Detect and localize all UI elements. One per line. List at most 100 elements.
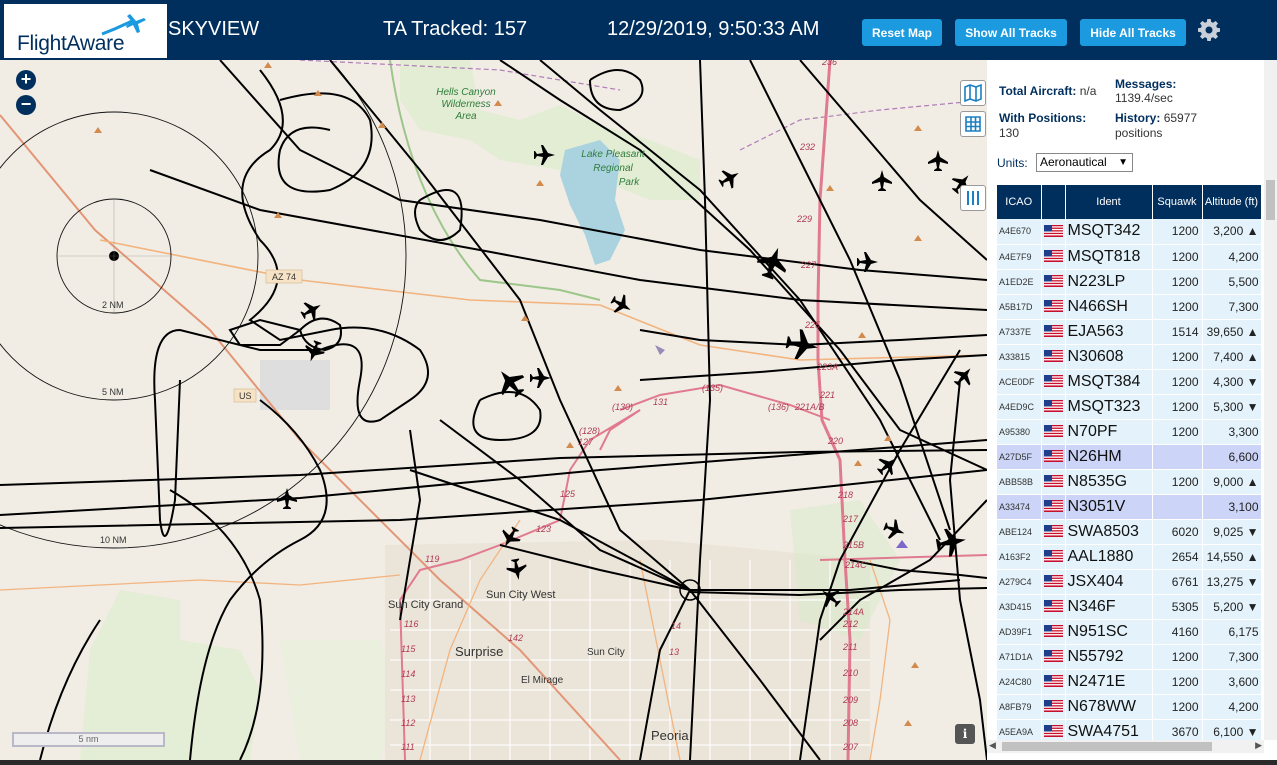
table-row[interactable]: A95380 N70PF 1200 3,300 (997, 419, 1262, 445)
table-row[interactable]: AD39F1 N951SC 4160 6,175 (997, 619, 1262, 645)
label-wilderness: Wilderness (441, 99, 490, 110)
map-layer-button[interactable] (960, 80, 986, 106)
cell-icao: AD39F1 (997, 619, 1042, 645)
cell-squawk: 4160 (1152, 619, 1203, 645)
table-row[interactable]: A24C80 N2471E 1200 3,600 (997, 669, 1262, 695)
cell-squawk: 1200 (1152, 694, 1203, 720)
cell-squawk: 6761 (1152, 569, 1203, 595)
road-number: 220 (827, 436, 843, 446)
vertical-scroll-thumb[interactable] (1266, 180, 1275, 220)
zoom-in-button[interactable]: + (16, 70, 36, 90)
label-hells-canyon: Hells Canyon (436, 87, 496, 98)
road-number: 212 (842, 619, 858, 629)
table-row[interactable]: A279C4 JSX404 6761 13,275 ▼ (997, 569, 1262, 595)
table-row[interactable]: A163F2 AAL1880 2654 14,550 ▲ (997, 544, 1262, 570)
scroll-left-arrow-icon[interactable]: ◀ (989, 740, 996, 751)
table-row[interactable]: A33474 N3051V 3,100 (997, 494, 1262, 520)
cell-ident: N8535G (1065, 469, 1153, 495)
map-view[interactable]: Hells Canyon Wilderness Area Lake Pleasa… (0, 60, 987, 760)
cell-squawk: 1200 (1152, 419, 1203, 445)
label-az74: AZ 74 (272, 272, 296, 282)
table-row[interactable]: ABB58B N8535G 1200 9,000 ▲ (997, 469, 1262, 495)
cell-altitude: 7,400 ▲ (1202, 344, 1262, 370)
cell-icao: A4ED9C (997, 394, 1042, 420)
col-squawk[interactable]: Squawk (1152, 185, 1203, 219)
cell-altitude: 3,300 (1202, 419, 1262, 445)
cell-icao: A279C4 (997, 569, 1042, 595)
cell-ident: EJA563 (1065, 319, 1153, 345)
table-row[interactable]: A4E670 MSQT342 1200 3,200 ▲ (997, 219, 1262, 245)
cell-icao: A163F2 (997, 544, 1042, 570)
zoom-out-button[interactable]: − (16, 95, 36, 115)
cell-altitude: 4,200 (1202, 694, 1262, 720)
cell-squawk: 1200 (1152, 644, 1203, 670)
columns-toggle-button[interactable] (960, 185, 986, 211)
col-icao[interactable]: ICAO (997, 185, 1042, 219)
scroll-right-arrow-icon[interactable]: ▶ (1255, 740, 1262, 751)
horizontal-scrollbar[interactable]: ◀ ▶ (987, 740, 1264, 753)
info-button[interactable]: i (955, 724, 975, 744)
road-number: 127 (578, 437, 594, 447)
table-row[interactable]: ABE124 SWA8503 6020 9,025 ▼ (997, 519, 1262, 545)
positions-value: 130 (999, 126, 1020, 140)
cell-ident: MSQT323 (1065, 394, 1153, 420)
cell-altitude: 9,025 ▼ (1202, 519, 1262, 545)
table-row[interactable]: A8FB79 N678WW 1200 4,200 (997, 694, 1262, 720)
map-canvas[interactable]: Hells Canyon Wilderness Area Lake Pleasa… (0, 60, 987, 760)
units-select[interactable]: Aeronautical ▼ (1036, 153, 1133, 172)
label-el-mirage: El Mirage (521, 675, 564, 686)
table-row[interactable]: A71D1A N55792 1200 7,300 (997, 644, 1262, 670)
road-number: 209 (842, 695, 858, 705)
col-ident[interactable]: Ident (1065, 185, 1153, 219)
horizontal-scroll-thumb[interactable] (1002, 742, 1212, 751)
us-flag-icon (1041, 219, 1066, 245)
app-title: SKYVIEW (168, 18, 260, 40)
table-row[interactable]: A7337E EJA563 1514 39,650 ▲ (997, 319, 1262, 345)
label-sun-city: Sun City (587, 647, 625, 658)
grid-toggle-button[interactable] (960, 111, 986, 137)
history: History: 65977 positions (1115, 111, 1197, 141)
road-number: 131 (653, 397, 668, 407)
gear-icon[interactable] (1197, 18, 1221, 42)
flightaware-logo[interactable]: FlightAware (4, 4, 167, 58)
cell-icao: A71D1A (997, 644, 1042, 670)
messages-label: Messages: (1115, 77, 1177, 91)
reset-map-button[interactable]: Reset Map (862, 19, 942, 46)
cell-squawk: 1514 (1152, 319, 1203, 345)
road-number: 125 (560, 489, 576, 499)
table-row[interactable]: A33815 N30608 1200 7,400 ▲ (997, 344, 1262, 370)
messages-value: 1139.4/sec (1115, 91, 1173, 105)
road-number: 218 (837, 490, 853, 500)
table-row[interactable]: A27D5F N26HM 6,600 (997, 444, 1262, 470)
table-row[interactable]: A4E7F9 MSQT818 1200 4,200 (997, 244, 1262, 270)
chevron-down-icon: ▼ (1118, 157, 1128, 168)
table-row[interactable]: ACE0DF MSQT384 1200 4,300 ▼ (997, 369, 1262, 395)
road-number: 123 (536, 524, 551, 534)
road-number: (136) (768, 402, 789, 412)
us-flag-icon (1041, 269, 1066, 295)
table-row[interactable]: A4ED9C MSQT323 1200 5,300 ▼ (997, 394, 1262, 420)
label-us: US (239, 391, 252, 401)
road-number: 211 (842, 642, 857, 652)
cell-altitude: 7,300 (1202, 644, 1262, 670)
col-flag[interactable] (1041, 185, 1066, 219)
hide-all-tracks-button[interactable]: Hide All Tracks (1080, 19, 1186, 46)
top-header: FlightAware SKYVIEW TA Tracked: 157 12/2… (0, 0, 1277, 60)
road-number: 214A (842, 607, 864, 617)
history-value: 65977 (1163, 111, 1198, 125)
cell-altitude: 5,200 ▼ (1202, 594, 1262, 620)
cell-ident: JSX404 (1065, 569, 1153, 595)
cell-icao: A27D5F (997, 444, 1042, 470)
table-row[interactable]: A3D415 N346F 5305 5,200 ▼ (997, 594, 1262, 620)
table-row[interactable]: A1ED2E N223LP 1200 5,500 (997, 269, 1262, 295)
show-all-tracks-button[interactable]: Show All Tracks (955, 19, 1067, 46)
cell-icao: A3D415 (997, 594, 1042, 620)
col-altitude[interactable]: Altitude (ft) (1202, 185, 1262, 219)
label-park: Park (619, 177, 641, 188)
vertical-scrollbar[interactable] (1264, 60, 1277, 740)
cell-ident: SWA8503 (1065, 519, 1153, 545)
road-number: (128) (579, 426, 600, 436)
table-row[interactable]: A5B17D N466SH 1200 7,300 (997, 294, 1262, 320)
cell-ident: N70PF (1065, 419, 1153, 445)
road-number: 113 (401, 694, 415, 704)
